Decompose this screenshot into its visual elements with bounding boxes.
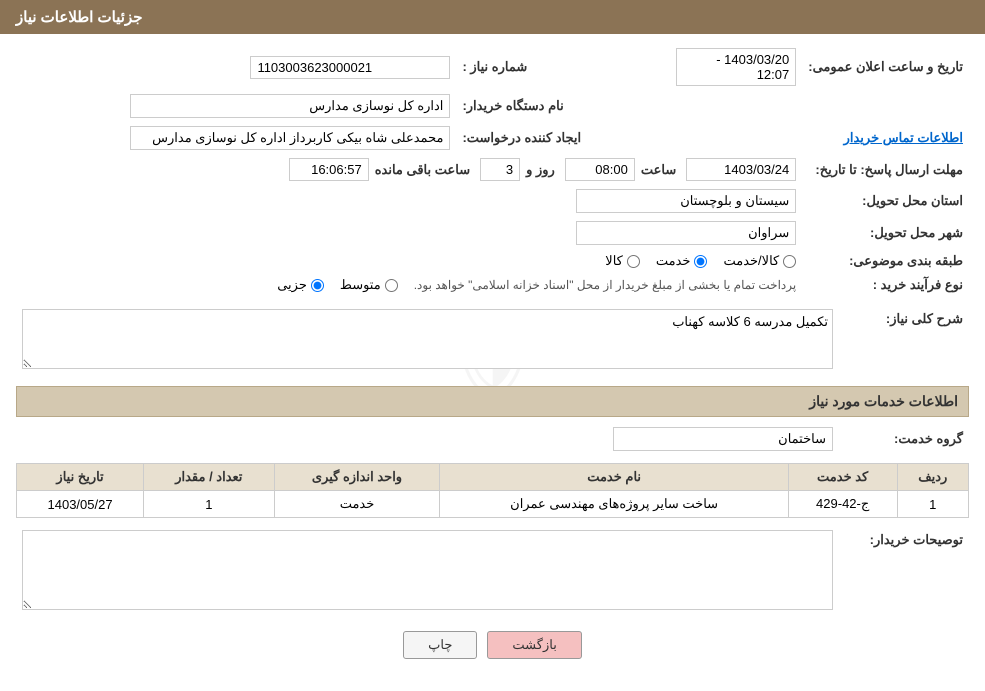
tabaqe-radio-kala-khadmat[interactable]: کالا/خدمت [723, 253, 796, 269]
tabaqe-radio-khadmat[interactable]: خدمت [656, 253, 708, 269]
services-table-header-row: ردیف کد خدمت نام خدمت واحد اندازه گیری ت… [17, 464, 969, 491]
col-tarikh: تاریخ نیاز [17, 464, 144, 491]
nooe-farayand-radio-jozii[interactable]: جزیی [277, 277, 324, 293]
toshihat-cell [16, 526, 839, 617]
idad-konande-cell: محمدعلی شاه بیکی کاربرداز اداره کل نوساز… [16, 122, 456, 154]
nam-dastgah-label: نام دستگاه خریدار: [456, 90, 587, 122]
grooh-khadmat-cell: ساختمان [16, 423, 839, 455]
table-cell: خدمت [274, 491, 440, 518]
mohlat-roz-value: 3 [480, 158, 520, 181]
grooh-table: گروه خدمت: ساختمان [16, 423, 969, 455]
mohlat-date: 1403/03/24 [686, 158, 796, 181]
col-kod: کد خدمت [788, 464, 897, 491]
radio-khadmat-label: خدمت [656, 253, 691, 269]
radio-motavasset-input[interactable] [385, 279, 398, 292]
saat-mande-label: ساعت باقی مانده [375, 162, 470, 178]
page-title: جزئیات اطلاعات نیاز [16, 9, 143, 26]
tabaqe-radio-kala[interactable]: کالا [605, 253, 640, 269]
services-section-title: اطلاعات خدمات مورد نیاز [16, 386, 969, 417]
ostan-value: سیستان و بلوچستان [576, 189, 796, 213]
mohlat-saat-mande-value: 16:06:57 [289, 158, 369, 181]
tabaqe-radio-group: کالا/خدمت خدمت کالا [22, 253, 796, 269]
radio-motavasset-label: متوسط [340, 277, 381, 293]
saat-label: ساعت [641, 162, 676, 178]
grooh-khadmat-label: گروه خدمت: [839, 423, 969, 455]
roz-label: روز و [526, 162, 555, 178]
toshihat-table: توصیحات خریدار: [16, 526, 969, 617]
ettelaat-tamas-cell: اطلاعات تماس خریدار [802, 122, 969, 154]
table-cell: 1403/05/27 [17, 491, 144, 518]
shomare-value: 1103003623000021 [250, 56, 450, 79]
toshihat-label: توصیحات خریدار: [839, 526, 969, 617]
tabaqe-cell: کالا/خدمت خدمت کالا [16, 249, 802, 273]
nooe-farayand-cell: پرداخت تمام یا بخشی از مبلغ خریدار از مح… [16, 273, 802, 297]
grooh-khadmat-value: ساختمان [613, 427, 833, 451]
toshihat-textarea[interactable] [22, 530, 833, 610]
radio-jozii-label: جزیی [277, 277, 307, 293]
idad-konande-value: محمدعلی شاه بیکی کاربرداز اداره کل نوساز… [130, 126, 450, 150]
col-nam: نام خدمت [440, 464, 788, 491]
ostan-cell: سیستان و بلوچستان [16, 185, 802, 217]
radio-kala-khadmat-label: کالا/خدمت [723, 253, 779, 269]
ettelaat-tamas-link[interactable]: اطلاعات تماس خریدار [844, 130, 963, 145]
radio-kala-input[interactable] [627, 255, 640, 268]
print-button[interactable]: چاپ [403, 631, 477, 659]
nam-dastgah-value: اداره کل نوسازی مدارس [130, 94, 450, 118]
nooe-farayand-text: پرداخت تمام یا بخشی از مبلغ خریدار از مح… [414, 278, 797, 292]
mohlat-label: مهلت ارسال پاسخ: تا تاریخ: [802, 154, 969, 185]
table-cell: 1 [897, 491, 968, 518]
page-header: جزئیات اطلاعات نیاز [0, 0, 985, 34]
shomare-value-cell: 1103003623000021 [16, 44, 456, 90]
nooe-farayand-group: پرداخت تمام یا بخشی از مبلغ خریدار از مح… [22, 277, 796, 293]
table-cell: 1 [144, 491, 274, 518]
page-container: جزئیات اطلاعات نیاز 🛡 تاریخ و ساعت اعلان… [0, 0, 985, 691]
table-cell: ساخت سایر پروژه‌های مهندسی عمران [440, 491, 788, 518]
col-radif: ردیف [897, 464, 968, 491]
sharh-table: شرح کلی نیاز: [16, 305, 969, 376]
tabaqe-label: طبقه بندی موضوعی: [802, 249, 969, 273]
table-row: 1ج-42-429ساخت سایر پروژه‌های مهندسی عمرا… [17, 491, 969, 518]
tarikh-value: 1403/03/20 - 12:07 [676, 48, 796, 86]
ostan-label: استان محل تحویل: [802, 185, 969, 217]
nam-dastgah-cell: اداره کل نوسازی مدارس [16, 90, 456, 122]
mohlat-row: 1403/03/24 ساعت 08:00 روز و 3 ساعت باقی … [22, 158, 796, 181]
btn-row: بازگشت چاپ [16, 631, 969, 659]
table-cell: ج-42-429 [788, 491, 897, 518]
col-tedad: تعداد / مقدار [144, 464, 274, 491]
services-table: ردیف کد خدمت نام خدمت واحد اندازه گیری ت… [16, 463, 969, 518]
mohlat-row-cell: 1403/03/24 ساعت 08:00 روز و 3 ساعت باقی … [16, 154, 802, 185]
radio-kala-khadmat-input[interactable] [783, 255, 796, 268]
nooe-farayand-radio-motavasset[interactable]: متوسط [340, 277, 398, 293]
shomare-label: شماره نیاز : [456, 44, 587, 90]
sharh-textarea[interactable] [22, 309, 833, 369]
main-content: 🛡 تاریخ و ساعت اعلان عمومی: 1403/03/20 -… [0, 34, 985, 683]
shahr-label: شهر محل تحویل: [802, 217, 969, 249]
radio-khadmat-input[interactable] [694, 255, 707, 268]
tarikh-value-cell: 1403/03/20 - 12:07 [627, 44, 802, 90]
shahr-value: سراوان [576, 221, 796, 245]
mohlat-saat-value: 08:00 [565, 158, 635, 181]
nooe-farayand-label: نوع فرآیند خرید : [802, 273, 969, 297]
tarikh-label: تاریخ و ساعت اعلان عمومی: [802, 44, 969, 90]
idad-konande-label: ایجاد کننده درخواست: [456, 122, 587, 154]
sharh-cell [16, 305, 839, 376]
radio-kala-label: کالا [605, 253, 623, 269]
content-over: تاریخ و ساعت اعلان عمومی: 1403/03/20 - 1… [16, 44, 969, 659]
info-table-top: تاریخ و ساعت اعلان عمومی: 1403/03/20 - 1… [16, 44, 969, 297]
radio-jozii-input[interactable] [311, 279, 324, 292]
col-vahed: واحد اندازه گیری [274, 464, 440, 491]
sharh-label: شرح کلی نیاز: [839, 305, 969, 376]
shahr-cell: سراوان [16, 217, 802, 249]
back-button[interactable]: بازگشت [487, 631, 581, 659]
services-tbody: 1ج-42-429ساخت سایر پروژه‌های مهندسی عمرا… [17, 491, 969, 518]
